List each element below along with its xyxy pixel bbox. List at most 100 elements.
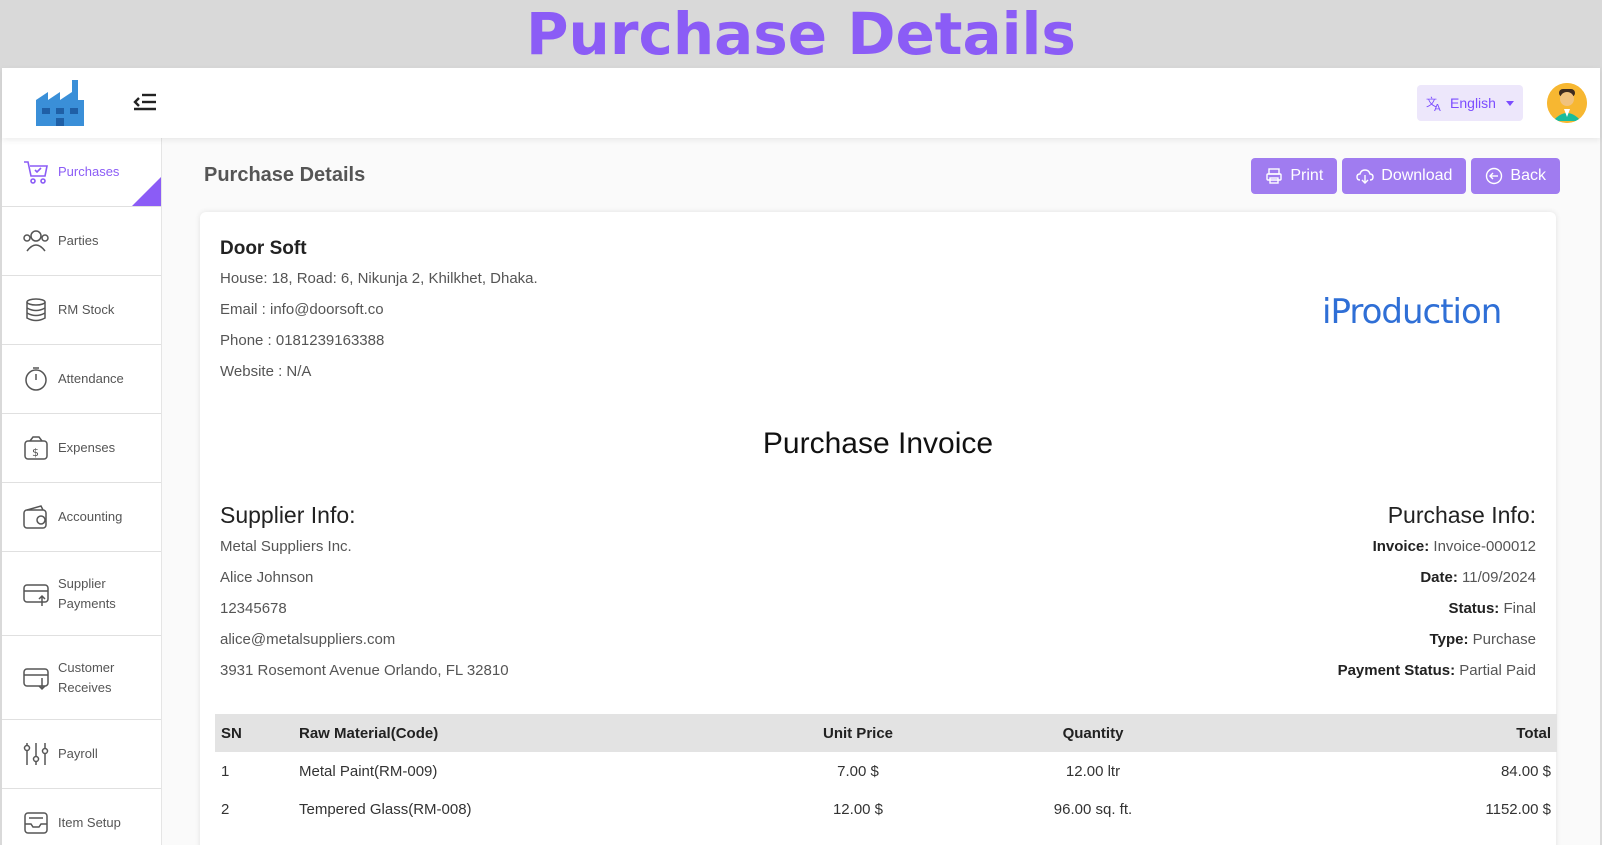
payment-status-value: Partial Paid	[1459, 662, 1536, 679]
download-label: Download	[1381, 167, 1453, 184]
company-name: Door Soft	[220, 238, 307, 259]
status-label: Status:	[1448, 600, 1500, 617]
sidebar-item-parties[interactable]: Parties	[2, 207, 161, 276]
svg-text:A: A	[1434, 103, 1441, 112]
language-label: English	[1450, 95, 1496, 111]
company-website: Website : N/A	[220, 363, 312, 380]
status-row: Status: Final	[1338, 599, 1536, 630]
cell-unit-price: 7.00 $	[837, 762, 879, 780]
main-content: Purchase Details Print Download Back Doo…	[162, 138, 1600, 845]
sidebar-item-label: Customer Receives	[58, 659, 115, 695]
language-selector[interactable]: 文 A English	[1417, 85, 1523, 121]
sidebar-item-label: Purchases	[58, 164, 120, 179]
translate-icon: 文 A	[1426, 95, 1441, 112]
col-sn: SN	[221, 724, 242, 742]
app-frame: 文 A English Purchases Parties RM Stock A…	[0, 68, 1602, 845]
svg-text:$: $	[32, 446, 39, 459]
users-icon	[23, 230, 49, 252]
invoice-card: Door Soft House: 18, Road: 6, Nikunja 2,…	[200, 212, 1557, 845]
cell-quantity: 96.00 sq. ft.	[1053, 800, 1133, 818]
company-phone: Phone : 0181239163388	[220, 332, 385, 349]
col-quantity: Quantity	[1062, 724, 1124, 742]
sliders-icon	[23, 743, 49, 765]
company-info: Door Soft House: 18, Road: 6, Nikunja 2,…	[220, 238, 538, 392]
factory-logo-icon[interactable]	[34, 78, 86, 128]
sidebar-item-label: Accounting	[58, 509, 123, 524]
invoice-value: Invoice-000012	[1433, 538, 1536, 555]
company-address: House: 18, Road: 6, Nikunja 2, Khilkhet,…	[220, 270, 538, 287]
status-value: Final	[1503, 600, 1536, 617]
col-unit-price: Unit Price	[822, 724, 894, 742]
invoice-title: Purchase Invoice	[762, 427, 994, 460]
supplier-company: Metal Suppliers Inc.	[220, 538, 352, 555]
sidebar-item-label: Payroll	[58, 746, 98, 761]
download-button[interactable]: Download	[1342, 158, 1467, 194]
sidebar-item-payroll[interactable]: Payroll	[2, 720, 161, 789]
sidebar-item-item-setup[interactable]: Item Setup	[2, 789, 161, 845]
supplier-contact: Alice Johnson	[220, 569, 314, 586]
back-label: Back	[1510, 167, 1546, 184]
items-table: SN Raw Material(Code) Unit Price Quantit…	[215, 714, 1557, 828]
cell-total: 84.00 $	[1500, 762, 1551, 780]
company-email: Email : info@doorsoft.co	[220, 301, 384, 318]
sidebar-item-label: Expenses	[58, 440, 116, 455]
back-button[interactable]: Back	[1471, 158, 1560, 194]
sidebar-item-attendance[interactable]: Attendance	[2, 345, 161, 414]
sidebar-item-accounting[interactable]: Accounting	[2, 483, 161, 552]
sidebar-item-label: RM Stock	[58, 302, 115, 317]
back-arrow-icon	[1486, 167, 1503, 185]
cell-material: Metal Paint(RM-009)	[299, 762, 438, 780]
menu-toggle-icon[interactable]	[132, 90, 158, 114]
type-label: Type:	[1429, 631, 1469, 648]
cell-unit-price: 12.00 $	[832, 800, 884, 818]
chevron-down-icon	[1505, 100, 1514, 106]
sidebar-item-customer-receives[interactable]: Customer Receives	[2, 636, 161, 720]
inbox-icon	[24, 812, 48, 834]
database-icon	[26, 298, 46, 322]
payment-status-row: Payment Status: Partial Paid	[1338, 661, 1536, 692]
card-upload-icon	[23, 583, 49, 606]
supplier-email: alice@metalsuppliers.com	[220, 631, 396, 648]
payment-status-label: Payment Status:	[1337, 662, 1456, 679]
sidebar-item-purchases[interactable]: Purchases	[2, 138, 161, 207]
print-label: Print	[1290, 167, 1324, 184]
sidebar-item-rm-stock[interactable]: RM Stock	[2, 276, 161, 345]
sidebar-item-expenses[interactable]: $ Expenses	[2, 414, 161, 483]
col-total: Total	[1516, 724, 1551, 742]
table-row: 1 Metal Paint(RM-009) 7.00 $ 12.00 ltr 8…	[215, 752, 1557, 790]
page-banner: Purchase Details	[0, 0, 1602, 68]
brand-logo: iProduction	[1322, 292, 1502, 332]
cell-sn: 2	[221, 800, 230, 818]
invoice-label: Invoice:	[1372, 538, 1430, 555]
cell-total: 1152.00 $	[1485, 800, 1551, 818]
printer-icon	[1266, 168, 1283, 184]
col-material: Raw Material(Code)	[299, 724, 439, 742]
date-row: Date: 11/09/2024	[1338, 568, 1536, 599]
sidebar-item-label: Parties	[58, 233, 99, 248]
cell-material: Tempered Glass(RM-008)	[299, 800, 472, 818]
sidebar-item-label: Attendance	[58, 371, 124, 386]
date-value: 11/09/2024	[1462, 569, 1536, 586]
print-button[interactable]: Print	[1251, 158, 1338, 194]
cloud-download-icon	[1356, 169, 1374, 184]
date-label: Date:	[1420, 569, 1458, 586]
type-value: Purchase	[1472, 631, 1536, 648]
sidebar-item-label: Supplier Payments	[58, 575, 116, 611]
cell-quantity: 12.00 ltr	[1065, 762, 1121, 780]
table-header-row: SN Raw Material(Code) Unit Price Quantit…	[215, 714, 1557, 752]
supplier-address: 3931 Rosemont Avenue Orlando, FL 32810	[220, 662, 509, 679]
top-bar: 文 A English	[2, 68, 1600, 138]
money-bag-icon: $	[24, 436, 48, 460]
table-row: 2 Tempered Glass(RM-008) 12.00 $ 96.00 s…	[215, 790, 1557, 828]
cell-sn: 1	[221, 762, 230, 780]
supplier-heading: Supplier Info:	[220, 502, 356, 528]
sidebar-item-supplier-payments[interactable]: Supplier Payments	[2, 552, 161, 636]
sidebar: Purchases Parties RM Stock Attendance $	[2, 138, 162, 845]
user-avatar[interactable]	[1547, 83, 1587, 123]
type-row: Type: Purchase	[1338, 630, 1536, 661]
wallet-icon	[23, 505, 47, 529]
supplier-phone: 12345678	[220, 600, 287, 617]
supplier-info: Metal Suppliers Inc. Alice Johnson 12345…	[220, 537, 509, 692]
stopwatch-icon	[25, 367, 47, 391]
purchase-heading: Purchase Info:	[1387, 502, 1536, 528]
